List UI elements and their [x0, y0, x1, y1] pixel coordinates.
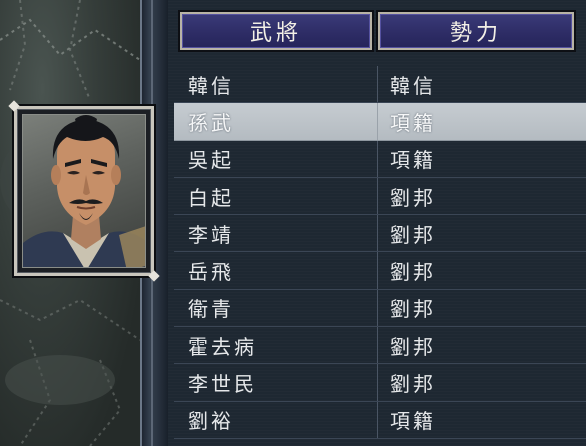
header-general-button[interactable]: 武將	[178, 10, 374, 52]
list-row-selected[interactable]: 孫武 項籍	[174, 103, 586, 141]
general-name: 岳飛	[174, 252, 378, 289]
list-row[interactable]: 韓信 韓信	[174, 66, 586, 104]
list-row[interactable]: 李世民 劉邦	[174, 364, 586, 402]
general-portrait-icon	[23, 115, 145, 267]
portrait-frame	[14, 106, 154, 276]
general-name: 孫武	[174, 103, 378, 140]
list-row[interactable]: 白起 劉邦	[174, 177, 586, 216]
general-name: 韓信	[174, 66, 378, 103]
list-row[interactable]: 劉裕 項籍	[174, 401, 586, 439]
faction-name: 劉邦	[390, 260, 436, 285]
faction-name: 韓信	[390, 73, 436, 98]
list-header: 武將 勢力	[178, 10, 576, 54]
general-portrait	[22, 114, 146, 268]
list-row[interactable]: 霍去病 劉邦	[174, 327, 586, 365]
faction-name: 劉邦	[390, 297, 436, 322]
list-row[interactable]: 吳起 項籍	[174, 140, 586, 178]
faction-name: 劉邦	[390, 222, 436, 247]
faction-name: 項籍	[390, 409, 436, 434]
general-name: 白起	[174, 177, 378, 215]
faction-name: 劉邦	[390, 334, 436, 359]
general-list-panel: 武將 勢力 韓信 韓信 孫武 項籍 吳起 項籍 白起 劉邦 李靖 劉邦 岳飛 劉…	[168, 0, 586, 446]
general-name: 劉裕	[174, 401, 378, 438]
general-name: 李靖	[174, 215, 378, 252]
list-row[interactable]: 岳飛 劉邦	[174, 252, 586, 290]
general-name: 吳起	[174, 140, 378, 177]
general-name: 李世民	[174, 364, 378, 401]
general-name: 衛青	[174, 289, 378, 327]
faction-name: 劉邦	[390, 185, 436, 210]
faction-name: 項籍	[390, 148, 436, 173]
general-list: 韓信 韓信 孫武 項籍 吳起 項籍 白起 劉邦 李靖 劉邦 岳飛 劉邦 衛青 劉…	[174, 66, 586, 439]
general-name: 霍去病	[174, 327, 378, 364]
faction-name: 劉邦	[390, 372, 436, 397]
list-row[interactable]: 李靖 劉邦	[174, 215, 586, 253]
list-row[interactable]: 衛青 劉邦	[174, 289, 586, 328]
header-faction-button[interactable]: 勢力	[376, 10, 576, 52]
faction-name: 項籍	[390, 110, 436, 135]
